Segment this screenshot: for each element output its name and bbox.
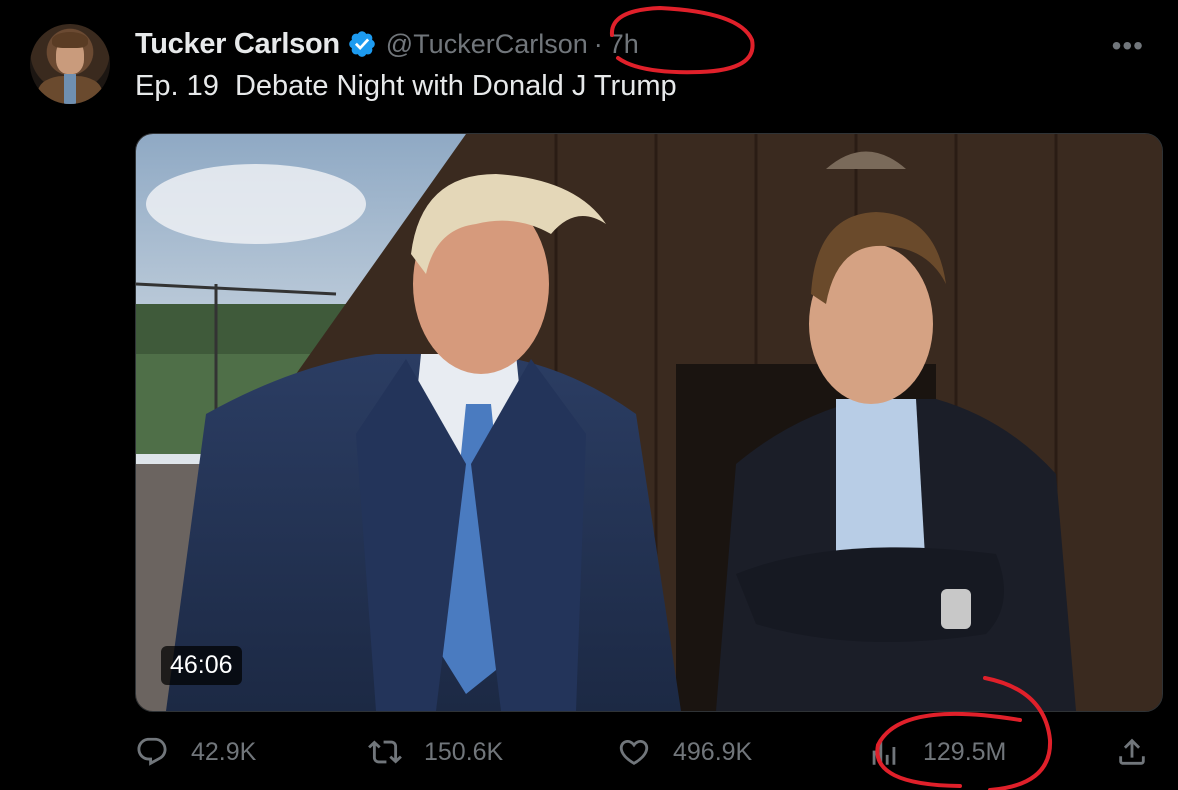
action-bar: 42.9K 150.6K 496.9K 129.5M: [135, 735, 1161, 779]
tweet-text: Ep. 19 Debate Night with Donald J Trump: [135, 70, 677, 102]
display-name[interactable]: Tucker Carlson: [135, 28, 340, 61]
avatar-shirt: [64, 74, 76, 104]
views-button[interactable]: 129.5M: [867, 735, 1006, 769]
tweet-card[interactable]: Tucker Carlson @TuckerCarlson · 7h ••• E…: [0, 0, 1178, 790]
share-icon: [1119, 738, 1145, 765]
like-count: 496.9K: [673, 737, 753, 766]
verified-badge-icon: [348, 31, 375, 57]
reply-button[interactable]: 42.9K: [135, 735, 256, 769]
share-button[interactable]: [1115, 735, 1171, 769]
heart-icon: [619, 739, 649, 765]
avatar-hair: [52, 32, 88, 48]
video-scene: [136, 134, 1162, 711]
author-handle[interactable]: @TuckerCarlson: [386, 29, 588, 60]
views-chart-icon: [872, 739, 896, 765]
retweet-icon: [368, 740, 402, 764]
timestamp[interactable]: 7h: [609, 29, 639, 60]
retweet-button[interactable]: 150.6K: [368, 735, 503, 769]
separator-dot: ·: [593, 28, 603, 59]
video-duration: 46:06: [161, 646, 242, 685]
avatar[interactable]: [30, 24, 110, 104]
like-button[interactable]: 496.9K: [617, 735, 752, 769]
video-thumbnail[interactable]: [135, 133, 1163, 712]
reply-icon: [137, 737, 167, 766]
more-options-icon[interactable]: •••: [1112, 30, 1144, 62]
retweet-count: 150.6K: [424, 737, 504, 766]
tweet-header: Tucker Carlson @TuckerCarlson · 7h: [135, 26, 639, 62]
reply-count: 42.9K: [191, 737, 257, 766]
views-count: 129.5M: [923, 737, 1007, 766]
